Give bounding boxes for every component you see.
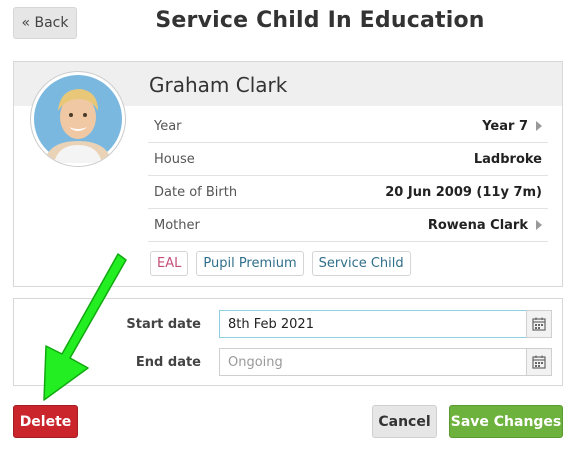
student-name: Graham Clark [149, 73, 288, 97]
end-date-field[interactable] [219, 348, 551, 376]
detail-row-year[interactable]: Year Year 7 [148, 110, 548, 143]
student-tags: EAL Pupil Premium Service Child [150, 251, 411, 276]
detail-label: Year [154, 119, 182, 134]
detail-row-dob: Date of Birth 20 Jun 2009 (11y 7m) [148, 176, 548, 209]
student-details: Year Year 7 House Ladbroke Date of Birth… [148, 110, 548, 242]
avatar-photo [34, 75, 122, 163]
start-date-field[interactable] [219, 310, 551, 338]
delete-button[interactable]: Delete [13, 405, 78, 438]
tag-eal[interactable]: EAL [150, 251, 189, 276]
cancel-button[interactable]: Cancel [372, 405, 437, 438]
avatar [30, 71, 126, 167]
tag-pupil-premium[interactable]: Pupil Premium [196, 251, 304, 276]
detail-value: 20 Jun 2009 (11y 7m) [385, 185, 542, 200]
chevron-right-icon[interactable] [536, 121, 542, 131]
detail-label: Date of Birth [154, 185, 238, 200]
tag-service-child[interactable]: Service Child [311, 251, 411, 276]
save-changes-button[interactable]: Save Changes [449, 405, 563, 438]
end-date-calendar-button[interactable] [526, 348, 552, 376]
green-arrow-icon [43, 253, 127, 401]
detail-value: Ladbroke [473, 152, 542, 167]
detail-row-house: House Ladbroke [148, 143, 548, 176]
detail-row-mother[interactable]: Mother Rowena Clark [148, 209, 548, 242]
calendar-icon [532, 355, 546, 369]
detail-label: House [154, 152, 195, 167]
start-date-calendar-button[interactable] [526, 310, 552, 338]
detail-label: Mother [154, 218, 200, 233]
chevron-right-icon[interactable] [536, 220, 542, 230]
page-title: Service Child In Education [155, 8, 485, 33]
calendar-icon [532, 317, 546, 331]
detail-value: Year 7 [482, 119, 528, 134]
detail-value: Rowena Clark [427, 218, 528, 233]
